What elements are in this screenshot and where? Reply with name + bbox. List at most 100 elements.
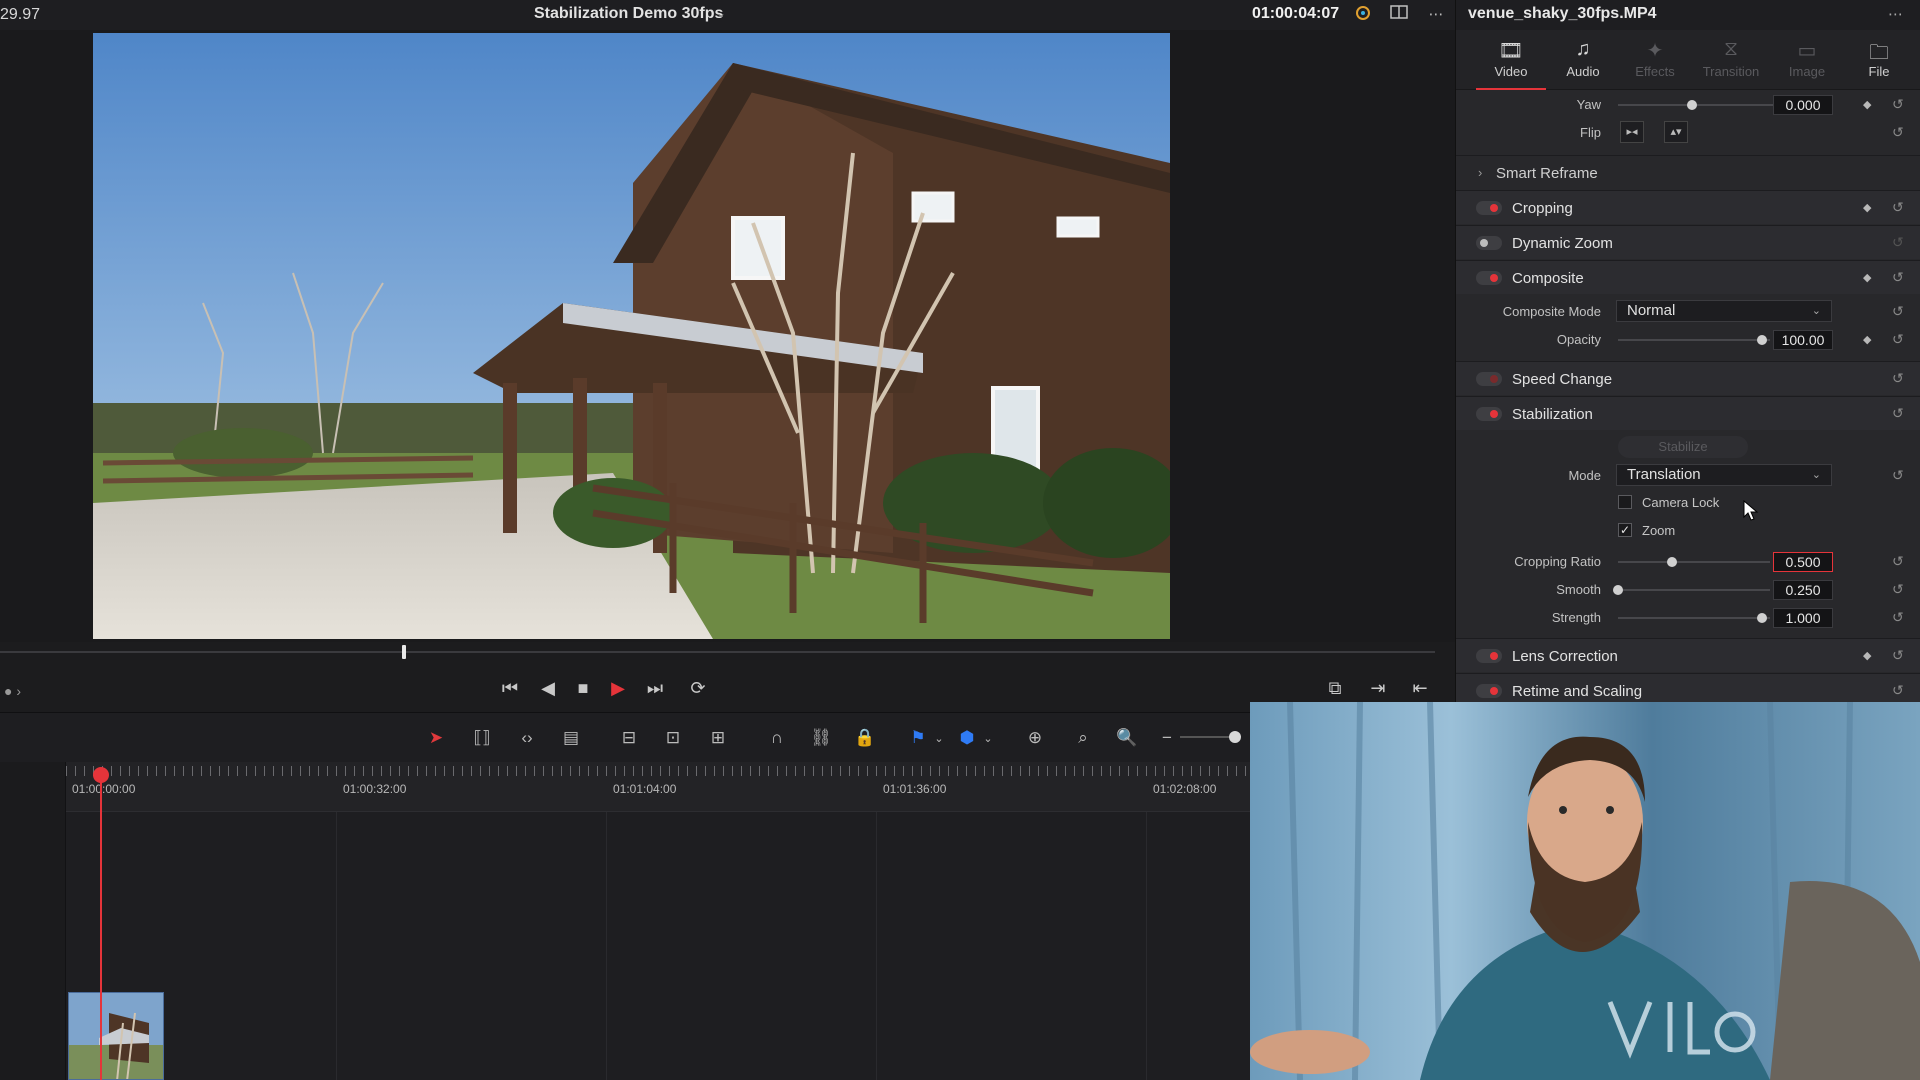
reset-icon[interactable]: ↺	[1892, 96, 1904, 113]
timeline-zoom-handle[interactable]	[1229, 731, 1241, 743]
more-options-icon[interactable]: ⋯	[1888, 5, 1903, 23]
tab-image[interactable]: ▭ Image	[1772, 38, 1842, 79]
keyframe-icon[interactable]: ◆	[1863, 98, 1871, 111]
opacity-slider-handle[interactable]	[1757, 335, 1767, 345]
linked-selection-icon[interactable]: ⛓	[806, 725, 836, 751]
replace-clip-icon[interactable]: ⊞	[703, 725, 733, 751]
tab-file[interactable]: 🗀 File	[1844, 38, 1914, 79]
reset-icon[interactable]: ↺	[1892, 682, 1904, 699]
tab-audio[interactable]: ♫ Audio	[1548, 38, 1618, 79]
insert-clip-icon[interactable]: ⊟	[614, 725, 644, 751]
reverse-play-icon[interactable]: ◀	[533, 670, 563, 706]
reset-icon[interactable]: ↺	[1892, 234, 1904, 251]
blade-tool-icon[interactable]: ▤	[556, 725, 586, 751]
keyframe-icon[interactable]: ◆	[1863, 271, 1871, 284]
camera-lock-checkbox[interactable]	[1618, 495, 1632, 509]
keyframe-icon[interactable]: ◆	[1863, 333, 1871, 346]
reset-icon[interactable]: ↺	[1892, 303, 1904, 320]
yaw-slider-handle[interactable]	[1687, 100, 1697, 110]
more-options-icon[interactable]: ⋯	[1425, 4, 1447, 26]
retime-scaling-toggle[interactable]	[1476, 684, 1502, 698]
selection-tool-icon[interactable]: ➤	[421, 725, 451, 751]
section-smart-reframe[interactable]: › Smart Reframe	[1456, 155, 1920, 189]
cropping-ratio-slider-handle[interactable]	[1667, 557, 1677, 567]
overwrite-clip-icon[interactable]: ⊡	[658, 725, 688, 751]
project-title[interactable]: Stabilization Demo 30fps	[534, 5, 723, 23]
section-dynamic-zoom[interactable]: Dynamic Zoom ↺	[1456, 225, 1920, 259]
scrub-playhead[interactable]	[402, 645, 406, 659]
play-icon[interactable]: ▶	[603, 670, 633, 706]
next-edit-icon[interactable]: ⇥	[1363, 670, 1393, 706]
viewer-scrub-bar[interactable]	[0, 651, 1435, 653]
timeline-playhead-handle[interactable]	[93, 767, 109, 783]
speed-change-toggle[interactable]	[1476, 372, 1502, 386]
flip-vertical-icon[interactable]: ▴▾	[1664, 121, 1688, 143]
stabilization-toggle[interactable]	[1476, 407, 1502, 421]
composite-toggle[interactable]	[1476, 271, 1502, 285]
trim-tool-icon[interactable]: ⟦⟧	[467, 725, 497, 751]
reset-icon[interactable]: ↺	[1892, 370, 1904, 387]
reset-icon[interactable]: ↺	[1892, 199, 1904, 216]
strength-slider-handle[interactable]	[1757, 613, 1767, 623]
stop-icon[interactable]: ■	[568, 670, 598, 706]
snapping-icon[interactable]: ∩	[762, 725, 792, 751]
zoom-full-icon[interactable]: ⊕	[1020, 725, 1050, 751]
cropping-ratio-slider[interactable]	[1618, 561, 1770, 563]
cropping-toggle[interactable]	[1476, 201, 1502, 215]
strength-slider[interactable]	[1618, 617, 1770, 619]
dynamic-trim-icon[interactable]: ‹›	[512, 725, 542, 751]
chevron-down-icon[interactable]: ⌄	[716, 6, 726, 20]
reset-icon[interactable]: ↺	[1892, 467, 1904, 484]
zoom-detail-icon[interactable]: ⌕	[1068, 725, 1098, 751]
timeline-clip[interactable]	[68, 992, 164, 1080]
reset-icon[interactable]: ↺	[1892, 124, 1904, 141]
previous-edit-icon[interactable]: ⇤	[1405, 670, 1435, 706]
tab-effects[interactable]: ✦ Effects	[1620, 38, 1690, 79]
reset-icon[interactable]: ↺	[1892, 269, 1904, 286]
lens-correction-toggle[interactable]	[1476, 649, 1502, 663]
loop-icon[interactable]: ⟳	[683, 670, 713, 706]
opacity-slider[interactable]	[1618, 339, 1770, 341]
flip-horizontal-icon[interactable]: ▸◂	[1620, 121, 1644, 143]
opacity-value-field[interactable]: 100.00	[1773, 330, 1833, 350]
keyframe-icon[interactable]: ◆	[1863, 649, 1871, 662]
match-frame-icon[interactable]: ⧉	[1320, 670, 1350, 706]
position-lock-icon[interactable]: 🔒	[850, 725, 880, 751]
section-lens-correction[interactable]: Lens Correction ◆ ↺	[1456, 638, 1920, 672]
split-view-icon[interactable]	[1388, 4, 1410, 26]
smooth-value-field[interactable]: 0.250	[1773, 580, 1833, 600]
keyframe-icon[interactable]: ◆	[1863, 201, 1871, 214]
reset-icon[interactable]: ↺	[1892, 647, 1904, 664]
go-to-start-icon[interactable]: ⏮	[495, 670, 525, 706]
reset-icon[interactable]: ↺	[1892, 609, 1904, 626]
chevron-down-icon[interactable]: ⌄	[924, 725, 954, 751]
stabilize-button[interactable]: Stabilize	[1618, 436, 1748, 458]
section-cropping[interactable]: Cropping ◆ ↺	[1456, 190, 1920, 224]
reset-icon[interactable]: ↺	[1892, 405, 1904, 422]
viewer-frame[interactable]	[93, 33, 1170, 639]
composite-mode-dropdown[interactable]: Normal ⌄	[1616, 300, 1832, 322]
cropping-ratio-value-field[interactable]: 0.500	[1773, 552, 1833, 572]
go-to-end-icon[interactable]: ⏭	[640, 670, 670, 706]
section-stabilization[interactable]: Stabilization ↺	[1456, 396, 1920, 430]
timeline-ruler[interactable]: 01:00:00:00 01:00:32:00 01:01:04:00 01:0…	[66, 762, 1250, 812]
zoom-checkbox[interactable]: ✓	[1618, 523, 1632, 537]
dynamic-zoom-toggle[interactable]	[1476, 236, 1502, 250]
reset-icon[interactable]: ↺	[1892, 581, 1904, 598]
reset-icon[interactable]: ↺	[1892, 331, 1904, 348]
section-composite[interactable]: Composite ◆ ↺	[1456, 260, 1920, 294]
timeline-playhead[interactable]	[100, 782, 102, 1080]
zoom-custom-icon[interactable]: 🔍	[1112, 725, 1142, 751]
stabilization-mode-dropdown[interactable]: Translation ⌄	[1616, 464, 1832, 486]
yaw-value-field[interactable]: 0.000	[1773, 95, 1833, 115]
yaw-slider[interactable]	[1618, 104, 1778, 106]
chevron-down-icon[interactable]: ⌄	[973, 725, 1003, 751]
color-wheel-icon[interactable]	[1352, 4, 1374, 26]
smooth-slider[interactable]	[1618, 589, 1770, 591]
zoom-out-icon[interactable]: −	[1152, 725, 1182, 751]
tab-transition[interactable]: ⧖ Transition	[1696, 38, 1766, 79]
tab-video[interactable]: 🎞 Video	[1476, 38, 1546, 79]
reset-icon[interactable]: ↺	[1892, 553, 1904, 570]
strength-value-field[interactable]: 1.000	[1773, 608, 1833, 628]
section-speed-change[interactable]: Speed Change ↺	[1456, 361, 1920, 395]
